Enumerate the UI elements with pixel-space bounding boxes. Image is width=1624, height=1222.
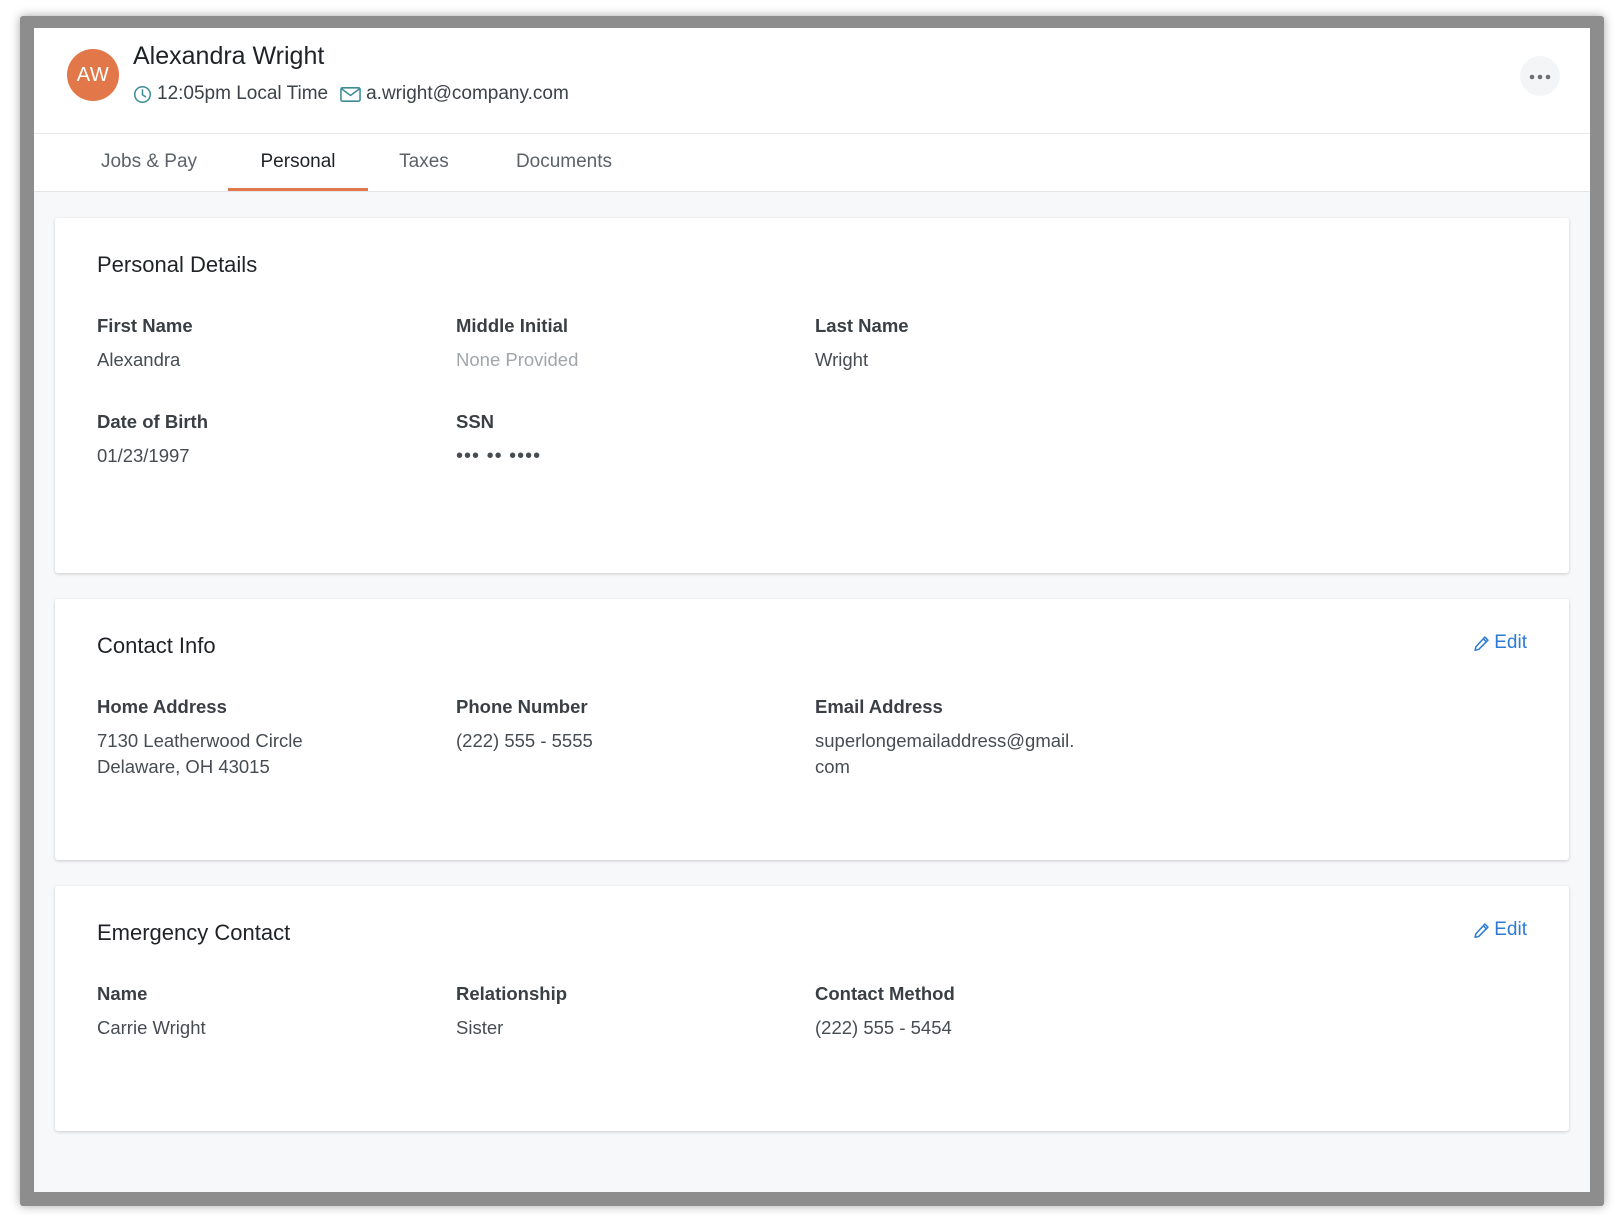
emergency-contact-edit-button[interactable]: Edit <box>1473 919 1527 941</box>
field-value: ••• •• •••• <box>456 445 542 467</box>
field-label: Email Address <box>815 696 943 717</box>
employee-name: Alexandra Wright <box>133 42 325 70</box>
field-value: Sister <box>456 1017 504 1038</box>
field-email-address: Email Address superlongemailaddress@gmai… <box>815 696 1155 780</box>
field-label: Middle Initial <box>456 315 569 336</box>
field-label: Relationship <box>456 983 568 1004</box>
field-label: First Name <box>97 315 193 336</box>
field-emergency-name: Name Carrie Wright <box>97 983 437 1041</box>
personal-details-card: Personal Details First Name Alexandra Mi… <box>55 218 1569 573</box>
pencil-icon <box>1473 922 1490 939</box>
field-value: None Provided <box>456 349 579 370</box>
emergency-contact-title: Emergency Contact <box>97 920 291 945</box>
field-value: 7130 Leatherwood Circle Delaware, OH 430… <box>97 730 303 777</box>
more-options-icon <box>1529 67 1551 85</box>
field-label: SSN <box>456 411 495 432</box>
personal-details-title: Personal Details <box>97 252 258 277</box>
avatar: AW <box>67 49 119 101</box>
employee-profile-window: AW Alexandra Wright 12:05pm Local Time a… <box>34 28 1590 1192</box>
field-relationship: Relationship Sister <box>456 983 796 1041</box>
field-ssn: SSN ••• •• •••• <box>456 411 796 469</box>
edit-label: Edit <box>1494 919 1527 940</box>
field-last-name: Last Name Wright <box>815 315 1155 373</box>
envelope-icon <box>340 86 361 103</box>
tab-personal[interactable]: Personal <box>228 134 368 191</box>
local-time: 12:05pm Local Time <box>157 83 329 104</box>
field-label: Phone Number <box>456 696 588 717</box>
field-value: 01/23/1997 <box>97 445 190 466</box>
tab-bar: Jobs & Pay Personal Taxes Documents <box>34 134 1590 192</box>
contact-info-card: Contact Info Edit Home Address 7130 Leat… <box>55 599 1569 860</box>
profile-header: AW Alexandra Wright 12:05pm Local Time a… <box>34 28 1590 134</box>
field-home-address: Home Address 7130 Leatherwood Circle Del… <box>97 696 437 780</box>
pencil-icon <box>1473 635 1490 652</box>
field-label: Home Address <box>97 696 227 717</box>
field-label: Date of Birth <box>97 411 208 432</box>
edit-label: Edit <box>1494 632 1527 653</box>
field-first-name: First Name Alexandra <box>97 315 437 373</box>
tab-taxes[interactable]: Taxes <box>379 134 469 191</box>
field-label: Last Name <box>815 315 909 336</box>
employee-email[interactable]: a.wright@company.com <box>366 83 569 105</box>
emergency-contact-card: Emergency Contact Edit Name Carrie Wrigh… <box>55 886 1569 1131</box>
field-phone-number: Phone Number (222) 555 - 5555 <box>456 696 796 754</box>
field-value: Carrie Wright <box>97 1017 206 1038</box>
field-value: (222) 555 - 5454 <box>815 1017 952 1038</box>
field-date-of-birth: Date of Birth 01/23/1997 <box>97 411 437 469</box>
field-value: Alexandra <box>97 349 181 370</box>
tab-jobs-pay[interactable]: Jobs & Pay <box>74 134 224 191</box>
field-value: Wright <box>815 349 869 370</box>
field-middle-initial: Middle Initial None Provided <box>456 315 796 373</box>
contact-info-edit-button[interactable]: Edit <box>1473 632 1527 654</box>
contact-info-title: Contact Info <box>97 633 216 658</box>
field-contact-method: Contact Method (222) 555 - 5454 <box>815 983 1155 1041</box>
more-options-button[interactable] <box>1520 56 1560 96</box>
field-value: superlongemailaddress@gmail. com <box>815 730 1075 777</box>
field-label: Name <box>97 983 148 1004</box>
clock-icon <box>133 85 152 104</box>
field-label: Contact Method <box>815 983 955 1004</box>
employee-meta: 12:05pm Local Time a.wright@company.com <box>133 83 569 105</box>
tab-documents[interactable]: Documents <box>494 134 634 191</box>
field-value: (222) 555 - 5555 <box>456 730 593 751</box>
